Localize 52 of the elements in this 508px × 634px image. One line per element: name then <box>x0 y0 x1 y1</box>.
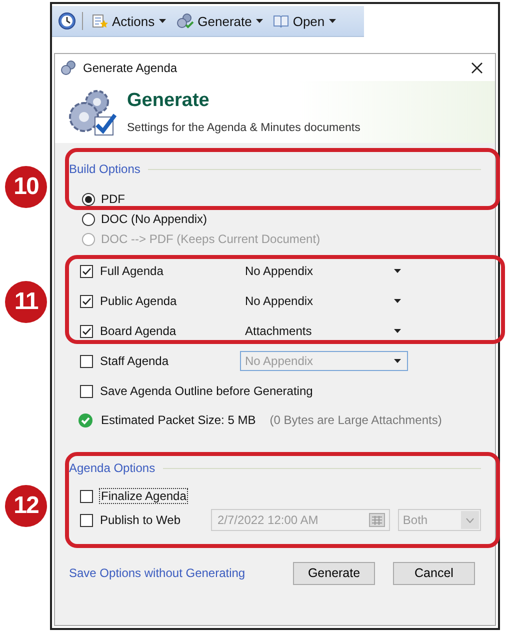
appendix-dropdown[interactable]: No Appendix <box>240 261 408 281</box>
radio-label: DOC (No Appendix) <box>101 212 208 226</box>
toolbar-menu-button[interactable]: Generate <box>172 11 266 31</box>
close-icon <box>471 62 483 74</box>
toolbar-menu-button[interactable]: Open <box>270 12 339 30</box>
attachments-note: (0 Bytes are Large Attachments) <box>270 413 442 427</box>
radio-button[interactable] <box>82 212 95 226</box>
packet-size-text: Estimated Packet Size: 5 MB <box>101 413 256 427</box>
checkbox[interactable] <box>80 384 93 398</box>
callout-number: 10 <box>5 166 47 208</box>
appendix-dropdown[interactable]: No Appendix <box>240 291 408 311</box>
checkbox-label: Finalize Agenda <box>100 489 188 503</box>
callout-number: 12 <box>5 485 47 527</box>
appendix-dropdown[interactable]: Attachments <box>240 321 408 341</box>
callout-number: 11 <box>5 281 47 323</box>
radio-label: DOC --> PDF (Keeps Current Document) <box>101 232 320 246</box>
caret-icon <box>256 19 263 23</box>
header-subtitle: Settings for the Agenda & Minutes documents <box>127 122 360 134</box>
calendar-icon <box>368 513 385 527</box>
checkbox-label: Board Agenda <box>100 324 178 338</box>
chevron-down-icon <box>466 518 474 522</box>
caret-icon <box>394 299 401 303</box>
clock-icon[interactable] <box>58 12 76 30</box>
dialog-title: Generate Agenda <box>83 60 178 74</box>
group-label: Build Options <box>69 162 140 176</box>
caret-icon <box>394 329 401 333</box>
checkbox-label: Staff Agenda <box>100 354 170 368</box>
checkbox[interactable] <box>80 324 93 338</box>
checkbox[interactable] <box>80 264 93 278</box>
checkbox-label: Full Agenda <box>100 264 164 278</box>
checkbox-label: Save Agenda Outline before Generating <box>100 384 313 398</box>
header-title: Generate <box>127 90 210 112</box>
dialog-button[interactable]: Cancel <box>393 562 475 584</box>
caret-icon <box>158 19 166 23</box>
checkbox[interactable] <box>80 294 93 308</box>
checkbox[interactable] <box>80 490 93 502</box>
caret-icon <box>328 19 336 23</box>
caret-icon <box>394 359 401 363</box>
document-star-icon <box>92 13 108 29</box>
checkbox-label: Public Agenda <box>100 294 178 308</box>
checkbox-label: Publish to Web <box>100 513 180 527</box>
group-label: Agenda Options <box>69 461 156 475</box>
caret-icon <box>394 269 401 273</box>
checkbox[interactable] <box>80 514 93 526</box>
dialog-button[interactable]: Generate <box>293 562 375 584</box>
book-icon <box>272 14 289 28</box>
save-options-link[interactable]: Save Options without Generating <box>69 566 275 580</box>
radio-button[interactable] <box>82 192 95 206</box>
radio-label: PDF <box>101 192 125 206</box>
gears-check-icon <box>67 87 117 137</box>
check-circle-icon <box>78 412 93 428</box>
toolbar-menu-button[interactable]: Actions <box>89 11 169 31</box>
